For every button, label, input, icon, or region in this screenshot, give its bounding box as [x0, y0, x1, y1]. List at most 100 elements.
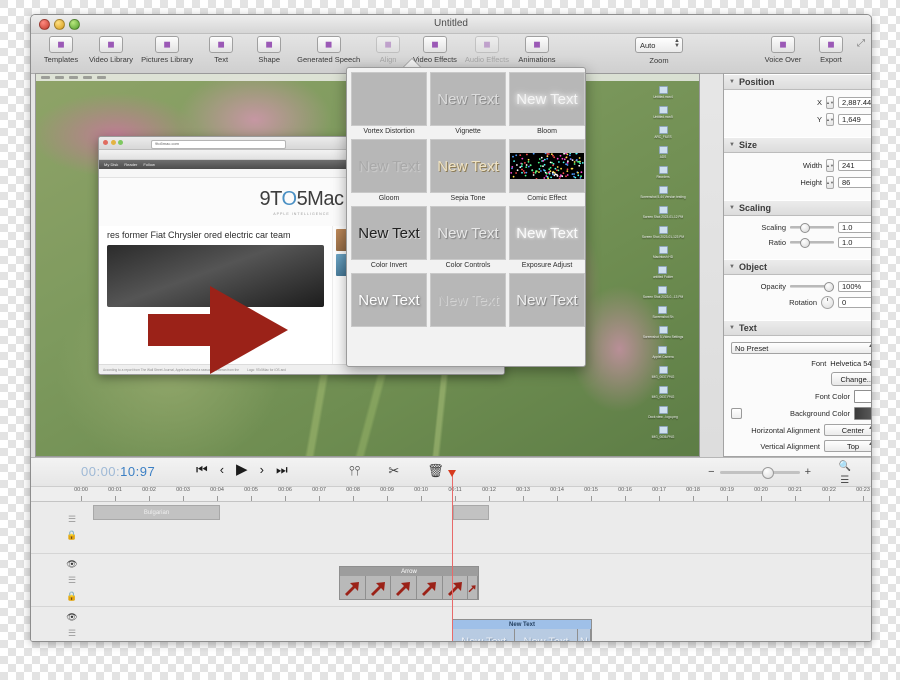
size-height-stepper[interactable]: ▲▼	[826, 176, 834, 189]
scaling-slider[interactable]	[790, 222, 834, 233]
effect-cell[interactable]: New Text	[509, 273, 585, 330]
browser-minimize-icon[interactable]	[111, 140, 116, 145]
effect-cell[interactable]: New Text Color Controls	[430, 206, 506, 270]
zoom-control[interactable]: Auto ▲ ▼ Zoom	[635, 37, 683, 65]
playhead-handle[interactable]	[448, 470, 456, 477]
vertical-alignment-select[interactable]: Top ▲▼	[824, 440, 872, 452]
section-header-size[interactable]: ▼ Size	[724, 137, 872, 153]
desktop-icon[interactable]: untitled Folder	[653, 266, 673, 279]
size-width-field[interactable]: 241	[838, 160, 872, 171]
effect-cell[interactable]: Vortex Distortion	[351, 72, 427, 136]
section-header-text[interactable]: ▼ Text	[724, 320, 872, 336]
background-color-checkbox[interactable]	[731, 408, 742, 419]
effect-cell[interactable]: New Text Exposure Adjust	[509, 206, 585, 270]
play-icon[interactable]: ▶	[236, 463, 248, 476]
desktop-icon[interactable]: Screen Shot 2023-01-123 PM	[642, 226, 684, 239]
clip-bulgarian[interactable]: Bulgarian	[93, 505, 220, 520]
desktop-icon[interactable]: Screen Shot 2023-0...13 PM	[643, 286, 683, 299]
go-to-end-icon[interactable]: ⏭	[276, 463, 288, 476]
effect-cell[interactable]: New Text	[430, 273, 506, 330]
zoom-out-button[interactable]: −	[708, 466, 714, 478]
chevron-updown-icon[interactable]: ▲▼	[868, 442, 872, 447]
layers-icon[interactable]: ☰	[68, 514, 76, 525]
zoom-select[interactable]: Auto ▲ ▼	[635, 37, 683, 53]
desktop-icon[interactable]: IMG_0637.PNG	[652, 366, 675, 379]
site-nav-item[interactable]: Reader	[124, 162, 137, 167]
timeline-zoom-slider[interactable]	[720, 471, 800, 474]
disclosure-triangle-icon[interactable]: ▼	[729, 205, 735, 211]
track-3-controls[interactable]: 👁 ☰ 🔒	[63, 607, 81, 642]
desktop-icon[interactable]: Screen Shot 2023-01-12 PM	[643, 206, 683, 219]
red-arrow-shape[interactable]	[148, 284, 288, 374]
transport-controls[interactable]: ⏮ ‹ ▶ › ⏭	[196, 463, 288, 476]
timeline-zoom-control[interactable]: − +	[708, 466, 811, 478]
toolbar-item-animations[interactable]: ◼ Animations	[513, 36, 561, 64]
rotation-dial[interactable]	[821, 296, 834, 309]
video-effects-popover[interactable]: Vortex Distortion New Text Vignette New Tex…	[346, 67, 586, 367]
disclosure-triangle-icon[interactable]: ▼	[729, 325, 735, 331]
timeline-right-icons[interactable]: 🔍 ☰	[839, 461, 851, 486]
position-y-field[interactable]: 1,649	[838, 114, 872, 125]
opacity-slider[interactable]	[790, 281, 834, 292]
position-y-stepper[interactable]: ▲▼	[826, 113, 834, 126]
effect-cell[interactable]: New Text	[351, 273, 427, 330]
chevron-updown-icon[interactable]: ▲▼	[868, 426, 872, 431]
step-back-icon[interactable]: ‹	[220, 463, 224, 476]
toolbar-item-generated-speech[interactable]: ◼ Generated Speech	[293, 36, 364, 64]
scaling-field[interactable]: 1.0	[838, 222, 872, 233]
size-height-field[interactable]: 86	[838, 177, 872, 188]
desktop-icon[interactable]: Dock view - logo.png	[648, 406, 678, 419]
rotation-field[interactable]: 0	[838, 297, 872, 308]
zoom-in-button[interactable]: +	[805, 466, 811, 478]
timeline-ruler[interactable]: 00:00 00:01 00:02 00:03 00:04 00:05 00:06 00:07…	[31, 487, 871, 502]
disclosure-triangle-icon[interactable]: ▼	[729, 264, 735, 270]
list-icon[interactable]: ☰	[840, 475, 849, 486]
toolbar-item-shape[interactable]: ◼ Shape	[245, 36, 293, 64]
desktop-icon[interactable]: Macintosh HD	[653, 246, 673, 259]
eye-icon[interactable]: 👁	[66, 612, 77, 623]
opacity-field[interactable]: 100%	[838, 281, 872, 292]
horizontal-alignment-select[interactable]: Center ▲▼	[824, 424, 872, 436]
resize-icon[interactable]: ⤢	[857, 38, 865, 49]
clip-arrow[interactable]: Arrow	[339, 566, 479, 600]
search-icon[interactable]: 🔍	[839, 461, 851, 472]
desktop-icon[interactable]: Applet Camera	[652, 346, 673, 359]
clip-bulgarian-secondary[interactable]	[453, 505, 489, 520]
background-color-swatch[interactable]	[854, 407, 872, 420]
size-width-stepper[interactable]: ▲▼	[826, 159, 834, 172]
toolbar-item-audio-effects[interactable]: ◼ Audio Effects	[461, 36, 513, 64]
toolbar-item-export[interactable]: ◼ Export	[807, 36, 855, 64]
timeline-track-1[interactable]: ☰ 🔒 Bulgarian	[31, 502, 871, 554]
section-header-scaling[interactable]: ▼ Scaling	[724, 200, 872, 216]
inspector-panel[interactable]: ▼ Position X ▲▼ 2,887.442 Y ▲▼ 1,649 ▼ S…	[723, 73, 872, 457]
layers-icon[interactable]: ☰	[68, 575, 76, 586]
disclosure-triangle-icon[interactable]: ▼	[729, 79, 735, 85]
browser-close-icon[interactable]	[103, 140, 108, 145]
desktop-icon[interactable]: IMG_0636.PNG	[652, 426, 675, 439]
browser-url-bar[interactable]: 9to5mac.com	[151, 140, 286, 149]
desktop-icon[interactable]: Screenshot 5-44 Version testing	[640, 186, 685, 199]
section-header-position[interactable]: ▼ Position	[724, 74, 872, 90]
effect-cell[interactable]: New Text Color Invert	[351, 206, 427, 270]
change-font-button[interactable]: Change...	[831, 372, 872, 386]
site-nav-item[interactable]: My Disk	[104, 162, 118, 167]
desktop-icon[interactable]: ADS	[659, 146, 668, 159]
effect-cell[interactable]: New Text Vignette	[430, 72, 506, 136]
site-nav-item[interactable]: Follow	[143, 162, 155, 167]
section-header-object[interactable]: ▼ Object	[724, 259, 872, 275]
ratio-slider[interactable]	[790, 237, 834, 248]
layers-icon[interactable]: ☰	[68, 628, 76, 639]
effect-cell[interactable]: New Text Gloom	[351, 139, 427, 203]
scissors-icon[interactable]: ✂	[388, 463, 399, 479]
chevron-updown-icon[interactable]: ▲▼	[868, 344, 872, 349]
timeline-track-2[interactable]: 👁 ☰ 🔒 Arrow	[31, 554, 871, 607]
desktop-icon[interactable]: Untitled.mov5	[653, 106, 673, 119]
effect-cell[interactable]: New Text Sepia Tone	[430, 139, 506, 203]
timeline-tools[interactable]: ⫯⫯ ✂ 🗑	[349, 463, 444, 479]
split-icon[interactable]: ⫯⫯	[349, 463, 360, 479]
font-color-swatch[interactable]	[854, 390, 872, 403]
trash-icon[interactable]: 🗑	[427, 463, 444, 479]
eye-icon[interactable]: 👁	[66, 559, 77, 570]
effect-cell[interactable]: Comic Effect	[509, 139, 585, 203]
timeline-track-3[interactable]: 👁 ☰ 🔒 New Text New Text New Text N	[31, 607, 871, 642]
